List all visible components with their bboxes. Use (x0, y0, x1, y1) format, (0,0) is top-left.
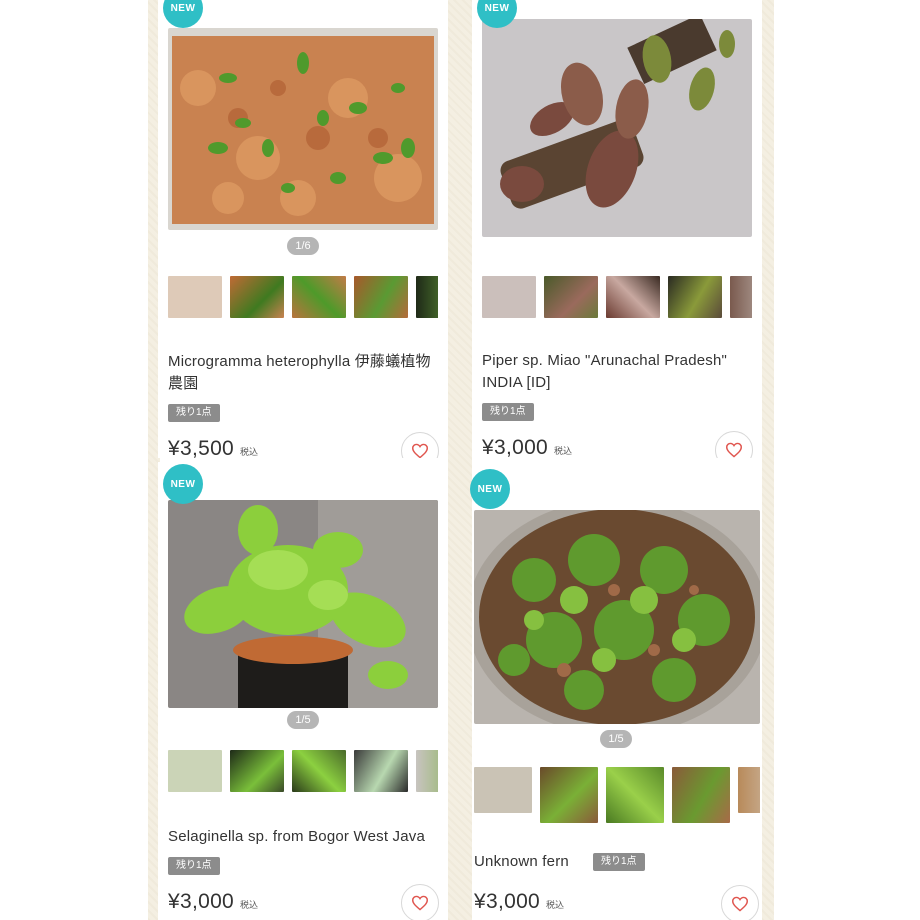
thumbnail[interactable] (738, 767, 760, 813)
price-value: ¥3,500 (168, 437, 235, 458)
image-pager: 1/6 (287, 237, 319, 255)
product-card[interactable]: 1/5 Selaginella sp. from Bogor West Java… (158, 462, 448, 920)
heart-icon (725, 442, 743, 458)
favorite-button[interactable] (721, 885, 759, 920)
price: ¥3,000 税込 (482, 436, 572, 458)
thumbnail[interactable] (230, 750, 284, 792)
price-value: ¥3,000 (474, 890, 541, 913)
thumbnail-strip[interactable] (168, 276, 438, 318)
stock-tag: 残り1点 (168, 404, 220, 422)
stock-tag: 残り1点 (168, 857, 220, 875)
product-photo[interactable] (168, 28, 438, 230)
thumbnail[interactable] (416, 276, 438, 318)
price-value: ¥3,000 (482, 436, 549, 458)
product-title[interactable]: Piper sp. Miao "Arunachal Pradesh" INDIA… (482, 350, 752, 394)
thumbnail[interactable] (168, 276, 222, 318)
thumbnail[interactable] (544, 276, 598, 318)
price: ¥3,000 税込 (168, 890, 258, 914)
stock-tag: 残り1点 (482, 403, 534, 421)
background-strip (448, 0, 472, 920)
tax-label: 税込 (240, 447, 259, 457)
image-pager: 1/5 (287, 711, 319, 729)
thumbnail[interactable] (168, 750, 222, 792)
thumbnail[interactable] (230, 276, 284, 318)
thumbnail[interactable] (730, 276, 752, 318)
product-title[interactable]: Selaginella sp. from Bogor West Java (168, 826, 438, 848)
image-pager: 1/5 (600, 730, 632, 748)
tax-label: 税込 (546, 900, 565, 910)
product-photo[interactable] (482, 19, 752, 237)
tax-label: 税込 (240, 900, 259, 910)
thumbnail[interactable] (606, 767, 664, 823)
stock-tag: 残り1点 (593, 853, 645, 871)
thumbnail[interactable] (606, 276, 660, 318)
thumbnail-strip[interactable] (482, 276, 752, 318)
price-value: ¥3,000 (168, 890, 235, 913)
tax-label: 税込 (554, 446, 573, 456)
heart-icon (731, 896, 749, 912)
thumbnail[interactable] (668, 276, 722, 318)
thumbnail[interactable] (292, 276, 346, 318)
thumbnail[interactable] (672, 767, 730, 823)
product-card[interactable]: 1/6 Microgramma heterophylla 伊藤蟻植物農園 残り1… (158, 0, 448, 458)
thumbnail[interactable] (354, 750, 408, 792)
background-strip (762, 0, 774, 920)
product-title[interactable]: Unknown fern (474, 851, 569, 873)
thumbnail-strip[interactable] (474, 767, 760, 823)
heart-icon (411, 895, 429, 911)
product-card[interactable]: 1/5 Unknown fern 残り1点 ¥3,000 税込 (472, 462, 762, 920)
heart-icon (411, 443, 429, 458)
thumbnail-strip[interactable] (168, 750, 438, 792)
favorite-button[interactable] (401, 432, 439, 458)
product-card[interactable]: Piper sp. Miao "Arunachal Pradesh" INDIA… (472, 0, 762, 458)
thumbnail[interactable] (292, 750, 346, 792)
favorite-button[interactable] (401, 884, 439, 920)
price: ¥3,000 税込 (474, 890, 564, 914)
thumbnail[interactable] (474, 767, 532, 813)
new-badge: NEW (470, 469, 510, 509)
product-title[interactable]: Microgramma heterophylla 伊藤蟻植物農園 (168, 351, 438, 395)
favorite-button[interactable] (715, 431, 753, 458)
thumbnail[interactable] (354, 276, 408, 318)
new-badge: NEW (163, 464, 203, 504)
product-photo[interactable] (168, 500, 438, 708)
price: ¥3,500 税込 (168, 437, 258, 458)
product-photo[interactable] (474, 510, 760, 724)
thumbnail[interactable] (482, 276, 536, 318)
thumbnail[interactable] (416, 750, 438, 792)
thumbnail[interactable] (540, 767, 598, 823)
